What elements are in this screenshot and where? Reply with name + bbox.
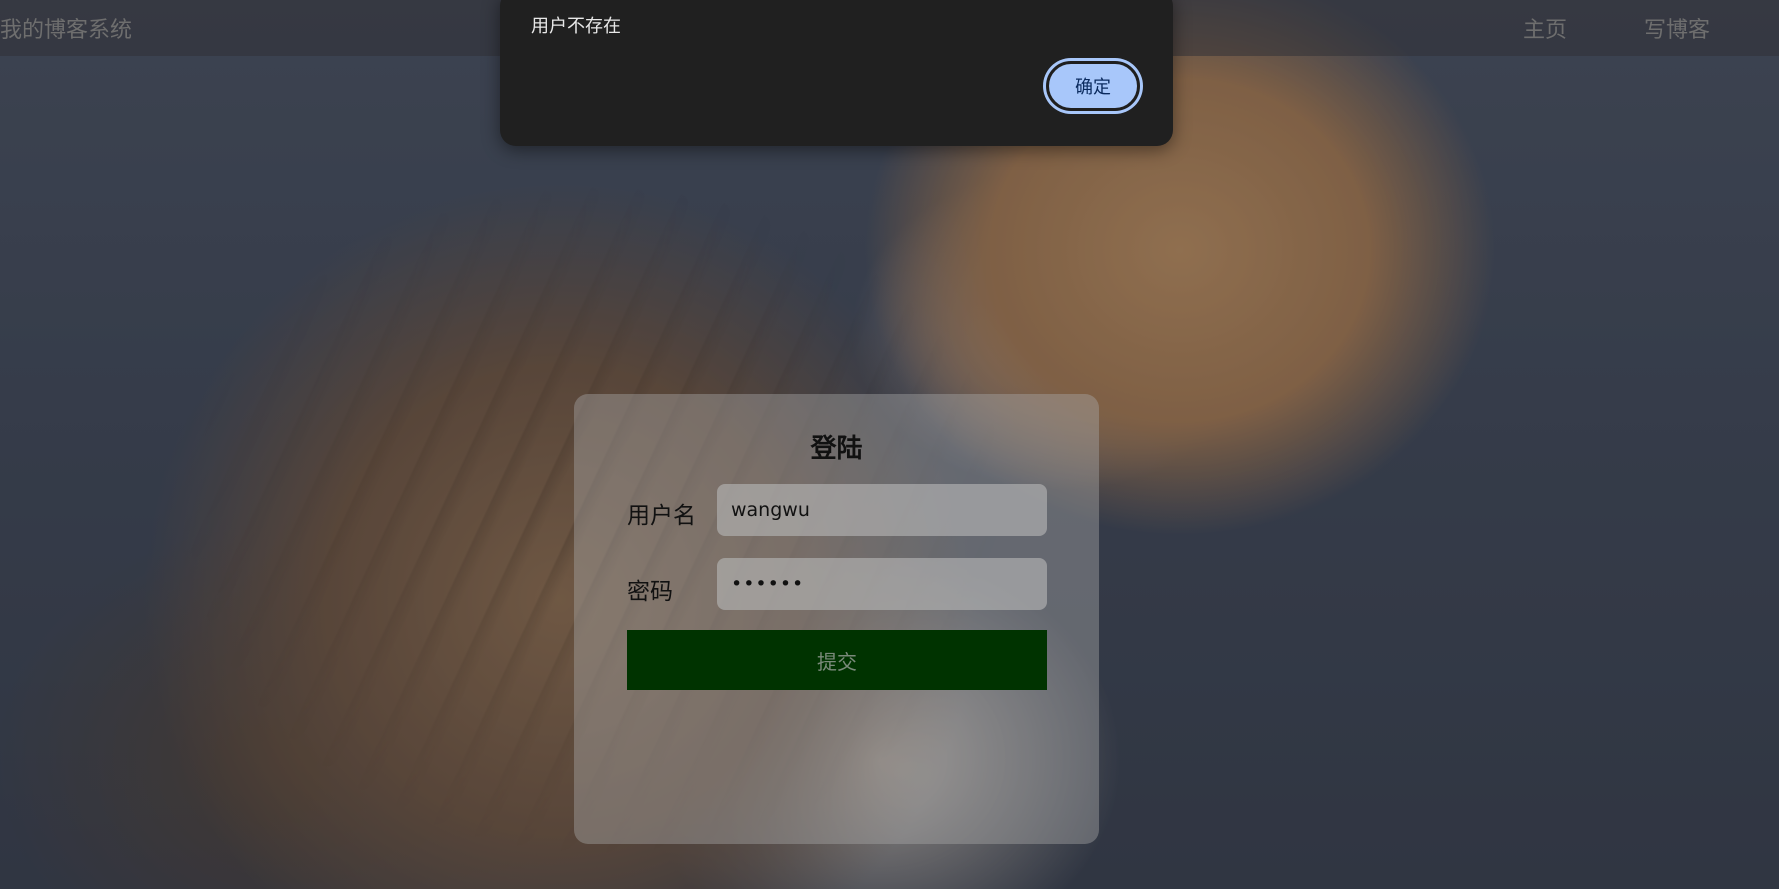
alert-ok-button[interactable]: 确定	[1046, 61, 1140, 111]
username-input[interactable]	[717, 484, 1047, 536]
submit-button[interactable]: 提交	[627, 630, 1047, 690]
username-label: 用户名	[627, 503, 696, 529]
password-label: 密码	[627, 579, 673, 605]
password-input[interactable]	[717, 558, 1047, 610]
login-card: 登陆 用户名 密码 提交	[574, 394, 1099, 844]
nav-link-home[interactable]: 主页	[1523, 12, 1567, 44]
nav-link-write-blog[interactable]: 写博客	[1644, 12, 1710, 44]
login-title: 登陆	[810, 434, 863, 464]
alert-message: 用户不存在	[531, 16, 621, 37]
site-brand: 我的博客系统	[0, 18, 133, 43]
login-page: 我的博客系统 主页 写博客 登陆 用户名 密码 提交 用户不存在 确定	[0, 0, 1779, 889]
alert-dialog: 用户不存在 确定	[500, 0, 1173, 146]
